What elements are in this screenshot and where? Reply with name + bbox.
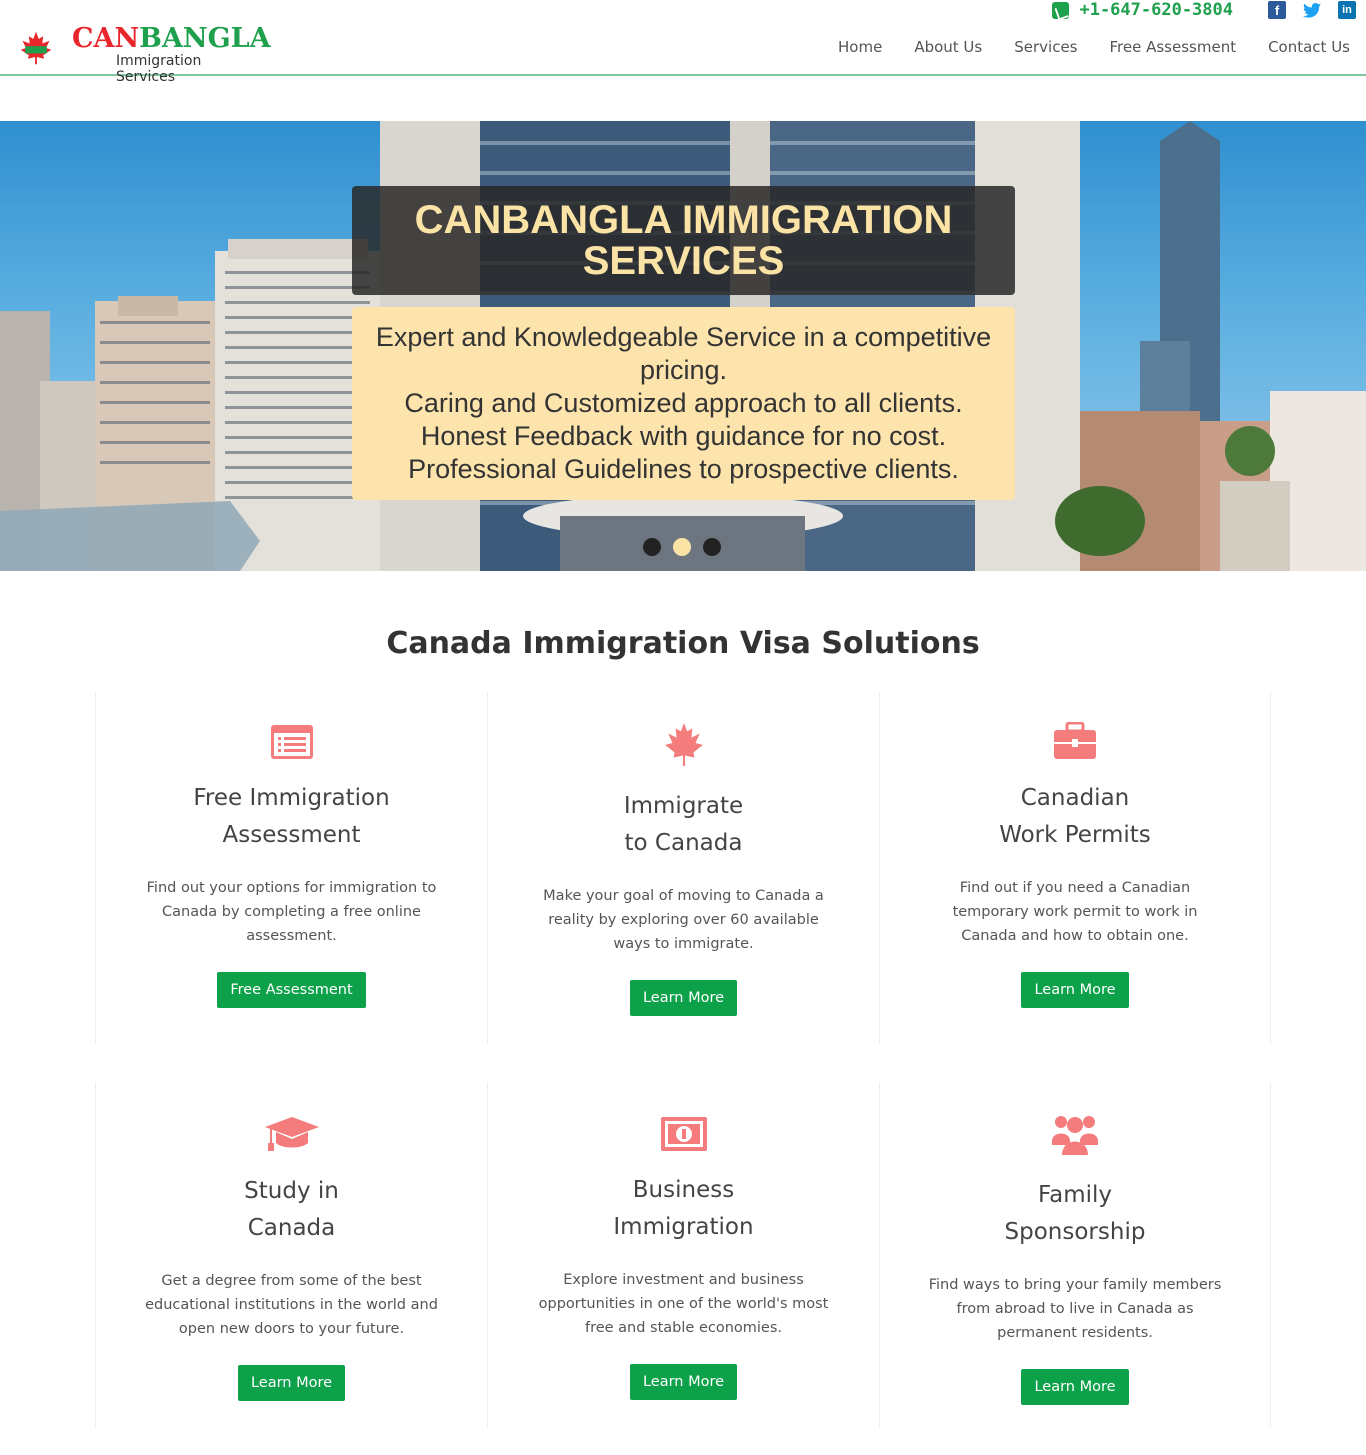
learn-more-button[interactable]: Learn More: [1021, 972, 1129, 1008]
section-title: Canada Immigration Visa Solutions: [386, 626, 980, 661]
card-title: Study in Canada: [96, 1173, 487, 1247]
hero-text-box: Expert and Knowledgeable Service in a co…: [352, 307, 1015, 500]
slider-dot-3[interactable]: [703, 538, 721, 556]
logo-wordmark: CANBANGLA: [72, 24, 271, 54]
slider-dot-1[interactable]: [643, 538, 661, 556]
nav-home[interactable]: Home: [838, 38, 882, 56]
card-description: Make your goal of moving to Canada a rea…: [543, 888, 824, 952]
learn-more-button[interactable]: Learn More: [629, 1364, 738, 1400]
card-family-sponsorship: Family Sponsorship Find ways to bring you…: [879, 1082, 1271, 1427]
nav-free-assessment[interactable]: Free Assessment: [1110, 38, 1237, 56]
logo[interactable]: CANBANGLA Immigration Services: [18, 24, 271, 85]
users-icon: [1052, 1116, 1098, 1155]
phone-link[interactable]: +1-647-620-3804: [1052, 0, 1233, 20]
money-icon: [660, 1117, 707, 1151]
hero-title-box: CANBANGLA IMMIGRATION SERVICES: [352, 186, 1015, 295]
hero-line-4: Professional Guidelines to prospective c…: [408, 454, 959, 484]
card-title: Canadian Work Permits: [880, 780, 1270, 854]
card-title: Business Immigration: [488, 1172, 879, 1246]
card-immigrate-to-canada: Immigrate to Canada Make your goal of mov…: [487, 692, 879, 1044]
card-title-line-2: Assessment: [222, 822, 361, 848]
card-business-immigration: Business Immigration Explore investment a…: [487, 1082, 879, 1427]
card-work-permits: Canadian Work Permits Find out if you nee…: [879, 692, 1271, 1044]
graduation-cap-icon: [264, 1117, 319, 1151]
free-assessment-button[interactable]: Free Assessment: [217, 972, 366, 1008]
briefcase-icon: [1054, 722, 1096, 759]
card-title-line-2: Work Permits: [999, 822, 1151, 848]
card-title-line-1: Free Immigration: [193, 785, 390, 811]
logo-tagline: Immigration Services: [116, 53, 202, 85]
card-description: Find out your options for immigration to…: [146, 880, 437, 944]
hero-title: CANBANGLA IMMIGRATION SERVICES: [414, 198, 953, 283]
site-header: CANBANGLA Immigration Services +1-647-62…: [0, 0, 1366, 85]
maple-leaf-icon: [664, 723, 703, 766]
card-title: Free Immigration Assessment: [96, 780, 487, 854]
card-title-line-2: Canada: [247, 1215, 336, 1241]
logo-bangla: BANGLA: [139, 23, 271, 54]
hero-slider: CANBANGLA IMMIGRATION SERVICES Expert an…: [0, 121, 1366, 571]
phone-number: +1-647-620-3804: [1079, 0, 1233, 20]
nav-about-us[interactable]: About Us: [914, 38, 982, 56]
card-title-line-1: Business: [632, 1177, 735, 1203]
hero-line-2: Caring and Customized approach to all cl…: [404, 388, 963, 418]
hero-line-3: Honest Feedback with guidance for no cos…: [420, 421, 947, 451]
hero-line-1: Expert and Knowledgeable Service in a co…: [375, 322, 992, 385]
card-title-line-2: Sponsorship: [1004, 1219, 1146, 1245]
phone-icon: [1052, 1, 1070, 19]
card-title-line-1: Study in: [244, 1178, 339, 1204]
main-nav: Home About Us Services Free Assessment C…: [806, 38, 1350, 56]
card-title: Immigrate to Canada: [488, 788, 879, 862]
learn-more-button[interactable]: Learn More: [1021, 1369, 1129, 1405]
facebook-icon[interactable]: f: [1268, 1, 1286, 19]
nav-services[interactable]: Services: [1014, 38, 1077, 56]
list-icon: [270, 725, 313, 759]
slider-dot-2[interactable]: [673, 538, 691, 556]
card-description: Find out if you need a Canadian temporar…: [952, 880, 1198, 944]
linkedin-icon[interactable]: in: [1338, 1, 1356, 19]
maple-leaf-logo-icon: [20, 31, 52, 65]
logo-can: CAN: [72, 23, 140, 54]
card-title-line-1: Family: [1037, 1182, 1112, 1208]
learn-more-button[interactable]: Learn More: [629, 980, 738, 1016]
nav-contact-us[interactable]: Contact Us: [1268, 38, 1350, 56]
twitter-icon[interactable]: [1303, 1, 1321, 19]
card-description: Find ways to bring your family members f…: [928, 1277, 1222, 1341]
card-title-line-1: Canadian: [1020, 785, 1130, 811]
card-study-in-canada: Study in Canada Get a degree from some of…: [95, 1082, 487, 1427]
card-description: Get a degree from some of the best educa…: [145, 1273, 438, 1337]
card-description: Explore investment and business opportun…: [538, 1272, 829, 1336]
card-title-line-2: to Canada: [624, 830, 743, 856]
learn-more-button[interactable]: Learn More: [237, 1365, 346, 1401]
card-free-assessment: Free Immigration Assessment Find out your…: [95, 692, 487, 1044]
card-title-line-2: Immigration: [613, 1214, 754, 1240]
slider-dots: [643, 538, 733, 556]
contact-bar: +1-647-620-3804 f in: [1052, 0, 1356, 20]
card-title: Family Sponsorship: [880, 1177, 1270, 1251]
card-title-line-1: Immigrate: [623, 793, 744, 819]
